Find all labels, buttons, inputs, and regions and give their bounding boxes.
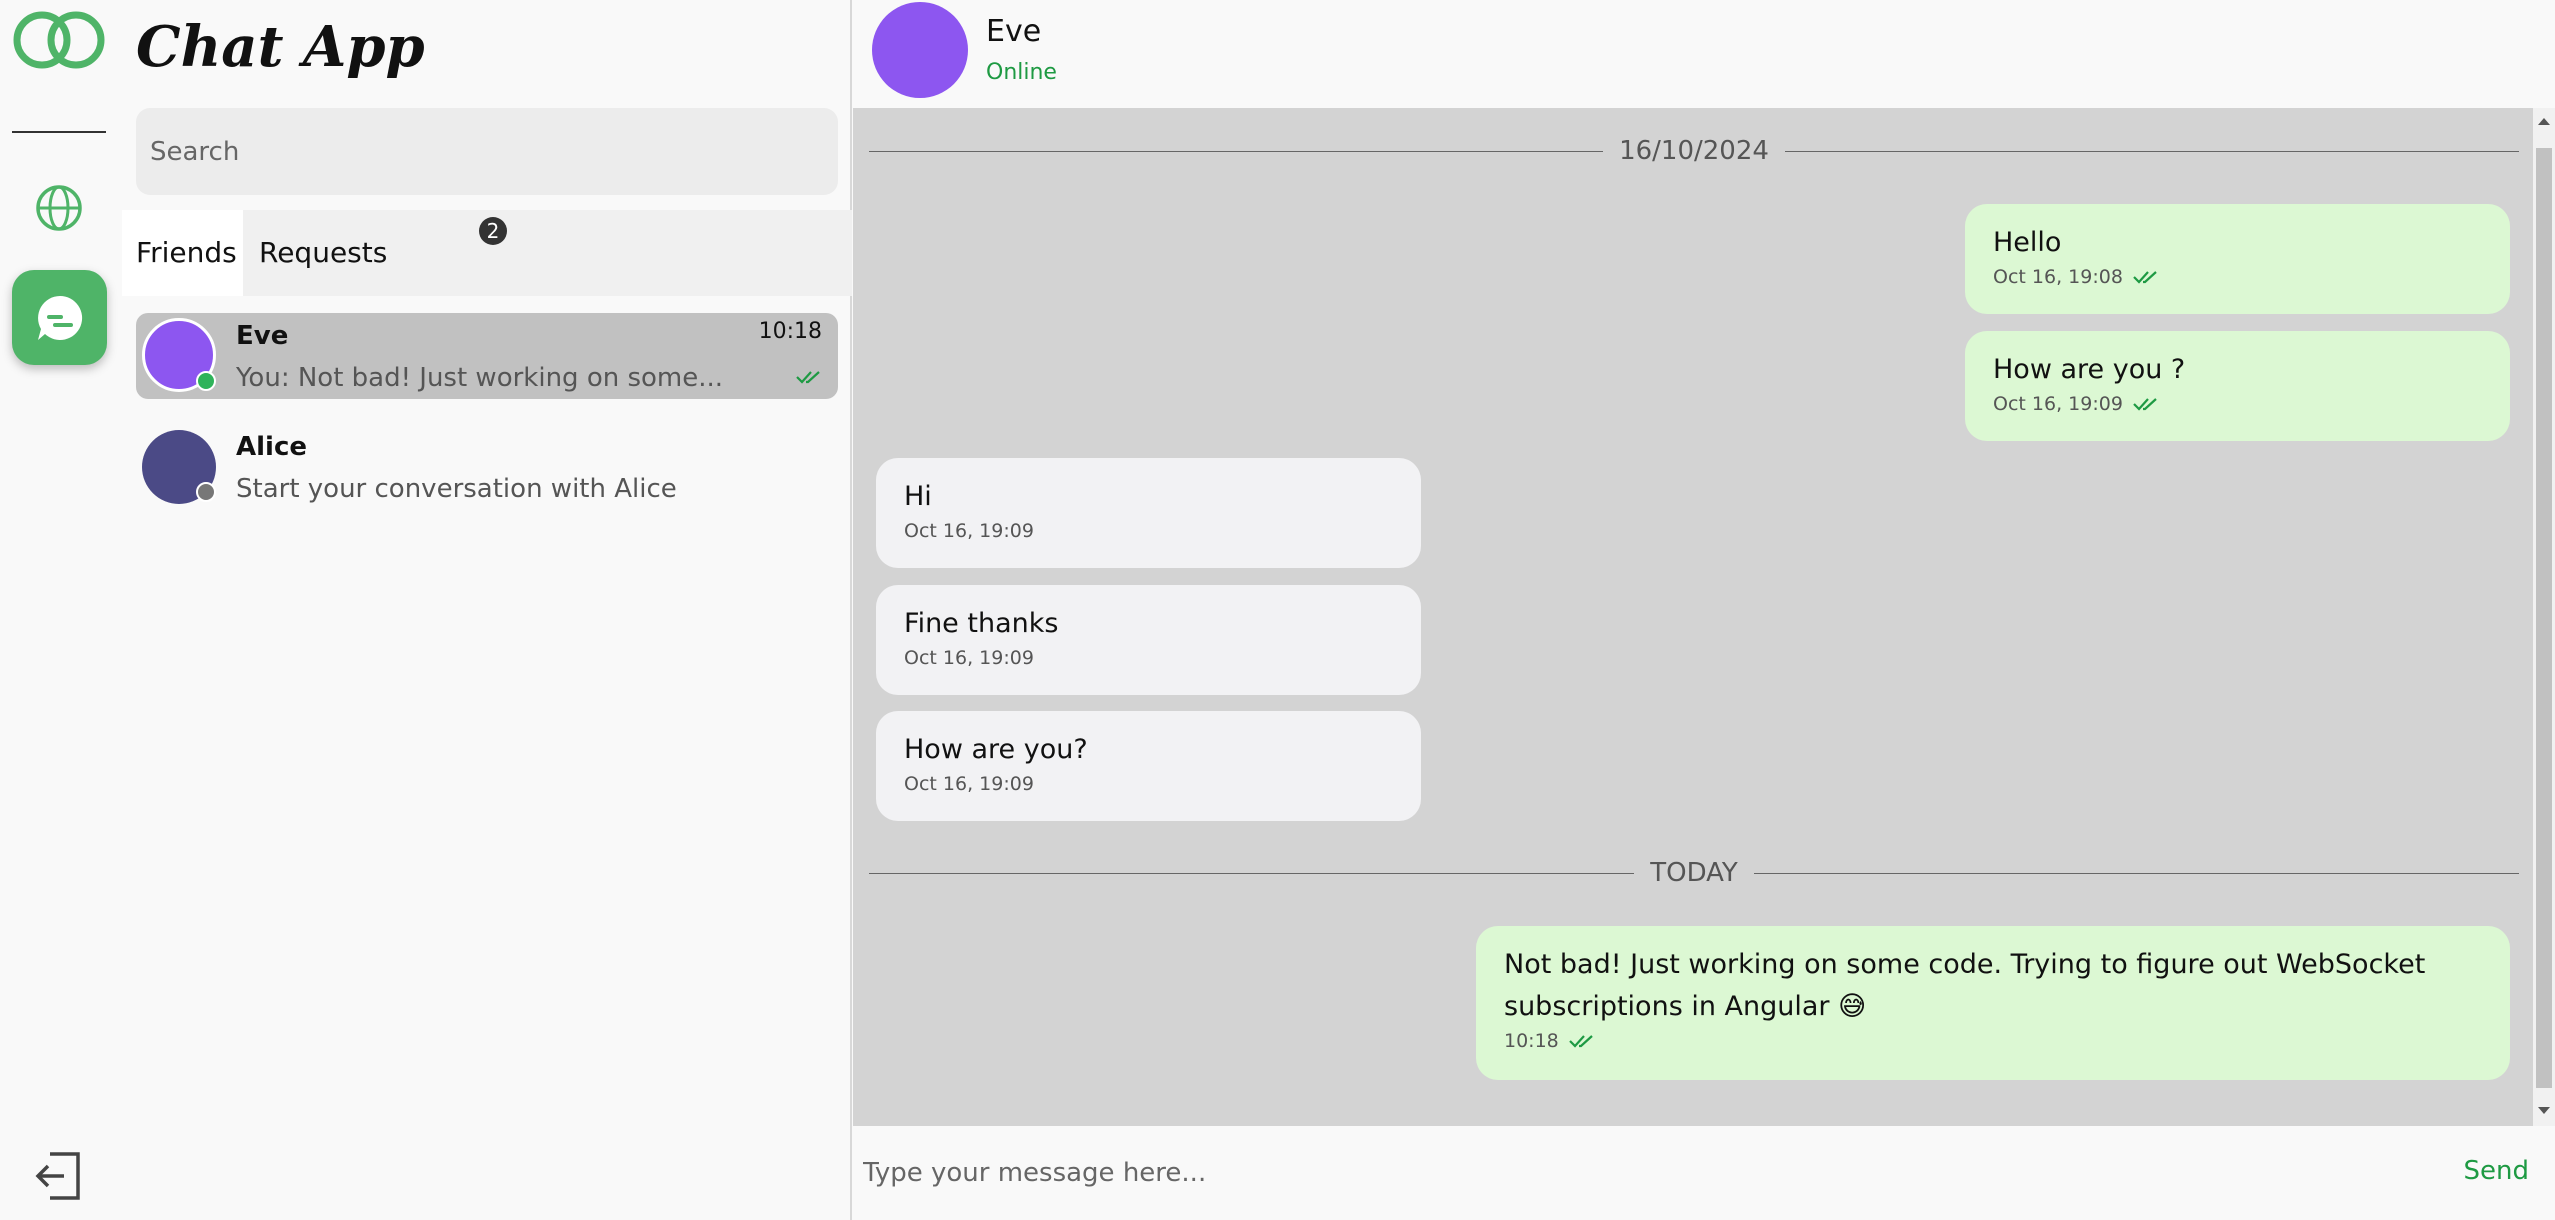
send-button[interactable]: Send [2464, 1156, 2529, 1186]
message-time: Oct 16, 19:08 [1993, 266, 2123, 288]
scroll-down-arrow-icon[interactable] [2537, 1106, 2551, 1116]
conversation-name: Alice [236, 432, 307, 462]
logo-rings-icon [13, 11, 105, 69]
contact-avatar[interactable] [872, 2, 968, 98]
logout-icon[interactable] [32, 1148, 86, 1204]
message-scrollbar[interactable] [2533, 108, 2555, 1126]
message-input[interactable] [863, 1146, 2413, 1200]
chats-nav-button[interactable] [12, 270, 107, 365]
rail-divider [12, 131, 106, 133]
message-time: Oct 16, 19:09 [904, 520, 1034, 542]
date-separator-label: TODAY [1650, 858, 1738, 888]
message-time: 10:18 [1504, 1030, 1559, 1052]
double-check-icon [796, 371, 820, 384]
chat-bubble-icon [37, 295, 82, 340]
message-text: Hi [904, 481, 932, 512]
conversation-name: Eve [236, 321, 289, 351]
double-check-icon [2133, 271, 2157, 284]
message-text: Fine thanks [904, 608, 1059, 639]
double-check-icon [1568, 1035, 1593, 1048]
message-bubble-outgoing[interactable]: How are you ? Oct 16, 19:09 [1965, 331, 2510, 441]
message-text: How are you ? [1993, 354, 2186, 385]
message-bubble-incoming[interactable]: How are you? Oct 16, 19:09 [876, 711, 1421, 821]
message-list[interactable]: 16/10/2024 Hello Oct 16, 19:08 How are y… [853, 108, 2533, 1126]
tab-friends[interactable]: Friends [122, 210, 243, 296]
message-time: Oct 16, 19:09 [904, 773, 1034, 795]
message-time: Oct 16, 19:09 [904, 647, 1034, 669]
requests-count-badge: 2 [479, 217, 507, 245]
online-status-dot [196, 371, 216, 391]
message-text: Hello [1993, 227, 2062, 258]
message-text: Not bad! Just working on some code. Tryi… [1504, 949, 2426, 1022]
contact-name: Eve [986, 14, 1042, 49]
contact-status: Online [986, 60, 1057, 85]
conversation-preview: Start your conversation with Alice [236, 474, 677, 504]
message-bubble-incoming[interactable]: Fine thanks Oct 16, 19:09 [876, 585, 1421, 695]
globe-icon[interactable] [34, 183, 84, 233]
tab-requests[interactable]: Requests 2 [245, 210, 507, 296]
scrollbar-thumb[interactable] [2536, 148, 2552, 1088]
conversation-item-eve[interactable]: Eve You: Not bad! Just working on some..… [136, 313, 838, 399]
chat-header: Eve Online [853, 0, 2555, 108]
conversation-item-alice[interactable]: Alice Start your conversation with Alice [136, 424, 838, 510]
app-title: Chat App [136, 14, 425, 80]
message-text: How are you? [904, 734, 1088, 765]
search-input[interactable] [136, 108, 838, 195]
message-bubble-outgoing[interactable]: Hello Oct 16, 19:08 [1965, 204, 2510, 314]
message-composer: Send [853, 1126, 2555, 1220]
date-separator-label: 16/10/2024 [1619, 136, 1769, 166]
conversation-preview: You: Not bad! Just working on some... [236, 363, 724, 393]
date-separator: TODAY [869, 853, 2519, 893]
icon-rail [0, 0, 118, 1220]
scroll-up-arrow-icon[interactable] [2537, 116, 2551, 126]
conversation-sidebar: Chat App Friends Requests 2 Eve You: Not… [118, 0, 852, 1220]
tab-requests-label: Requests [259, 236, 388, 269]
sidebar-tabs: Friends Requests 2 [122, 210, 852, 296]
conversation-time: 10:18 [758, 319, 822, 344]
message-bubble-outgoing[interactable]: Not bad! Just working on some code. Tryi… [1476, 926, 2510, 1080]
double-check-icon [2133, 398, 2157, 411]
message-time: Oct 16, 19:09 [1993, 393, 2123, 415]
message-bubble-incoming[interactable]: Hi Oct 16, 19:09 [876, 458, 1421, 568]
date-separator: 16/10/2024 [869, 131, 2520, 171]
offline-status-dot [196, 482, 216, 502]
